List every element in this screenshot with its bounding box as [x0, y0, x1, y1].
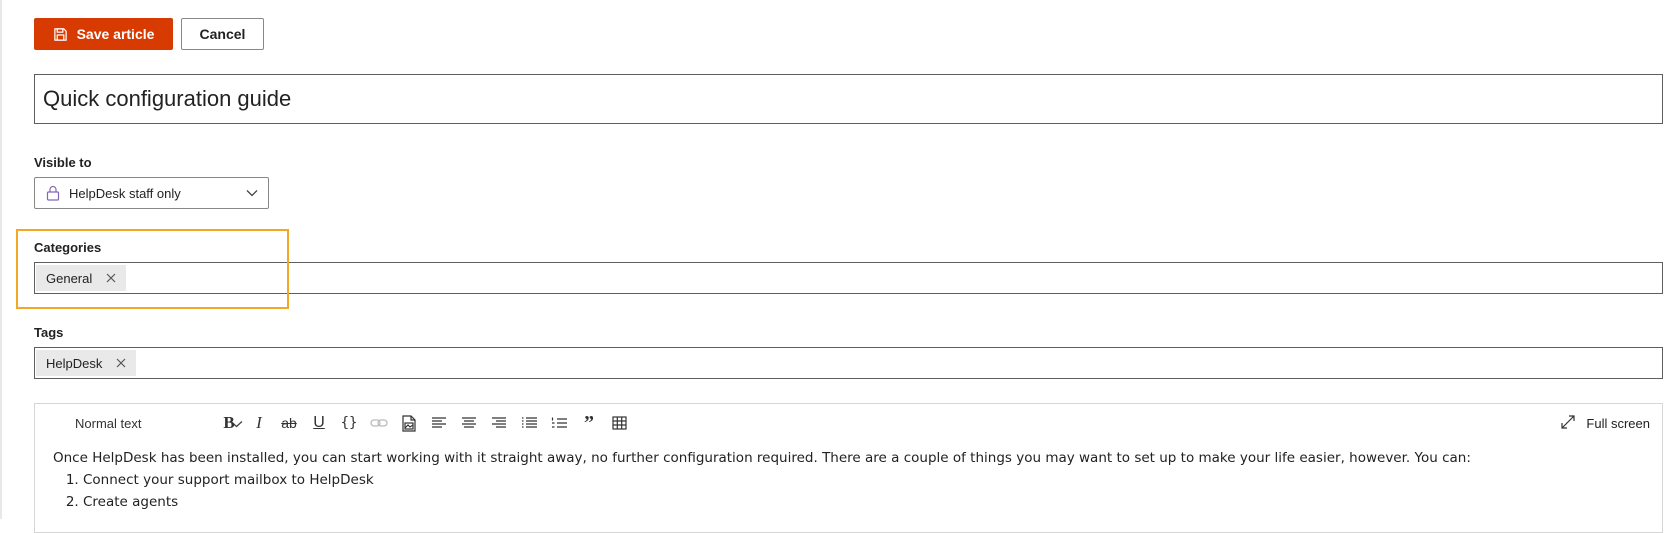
- body-paragraph: Once HelpDesk has been installed, you ca…: [53, 450, 1471, 466]
- strikethrough-icon[interactable]: ab: [278, 412, 300, 434]
- editor-content[interactable]: Once HelpDesk has been installed, you ca…: [53, 447, 1652, 513]
- lock-icon: [46, 185, 60, 201]
- bullet-list-icon[interactable]: [518, 412, 540, 434]
- list-item: Connect your support mailbox to HelpDesk: [83, 469, 1652, 491]
- image-icon[interactable]: [398, 412, 420, 434]
- visibility-selected-value: HelpDesk staff only: [69, 185, 181, 201]
- tags-input[interactable]: HelpDesk: [34, 347, 1663, 379]
- table-icon[interactable]: [608, 412, 630, 434]
- expand-icon: [1560, 414, 1576, 433]
- save-icon: [53, 27, 68, 42]
- tag-chip-label: HelpDesk: [46, 355, 103, 371]
- underline-icon[interactable]: U: [308, 412, 330, 434]
- rich-text-editor: Normal text B I ab U {} ” Full screen On…: [34, 403, 1663, 533]
- remove-tag-icon[interactable]: [116, 358, 126, 368]
- text-style-value: Normal text: [75, 415, 142, 431]
- tags-label: Tags: [34, 325, 64, 340]
- article-title-input[interactable]: Quick configuration guide: [34, 74, 1663, 124]
- left-divider: [0, 0, 2, 519]
- body-numbered-list: Connect your support mailbox to HelpDesk…: [53, 469, 1652, 513]
- bold-icon[interactable]: B: [218, 412, 240, 434]
- fullscreen-label: Full screen: [1586, 415, 1650, 431]
- visible-to-label: Visible to: [34, 155, 92, 170]
- quote-icon[interactable]: ”: [578, 412, 600, 434]
- chevron-down-icon: [246, 189, 258, 197]
- save-article-label: Save article: [76, 26, 155, 42]
- tag-chip: HelpDesk: [36, 350, 137, 376]
- fullscreen-button[interactable]: Full screen: [1560, 412, 1650, 434]
- categories-highlight-box: [16, 229, 289, 309]
- editor-toolbar: Normal text B I ab U {} ” Full screen: [35, 404, 1662, 442]
- italic-icon[interactable]: I: [248, 412, 270, 434]
- numbered-list-icon[interactable]: [548, 412, 570, 434]
- cancel-button[interactable]: Cancel: [181, 18, 264, 50]
- align-right-icon[interactable]: [488, 412, 510, 434]
- list-item: Create agents: [83, 491, 1652, 513]
- align-center-icon[interactable]: [458, 412, 480, 434]
- code-icon[interactable]: {}: [338, 412, 360, 434]
- link-icon[interactable]: [368, 412, 390, 434]
- visibility-dropdown[interactable]: HelpDesk staff only: [34, 177, 269, 209]
- save-article-button[interactable]: Save article: [34, 18, 173, 50]
- align-left-icon[interactable]: [428, 412, 450, 434]
